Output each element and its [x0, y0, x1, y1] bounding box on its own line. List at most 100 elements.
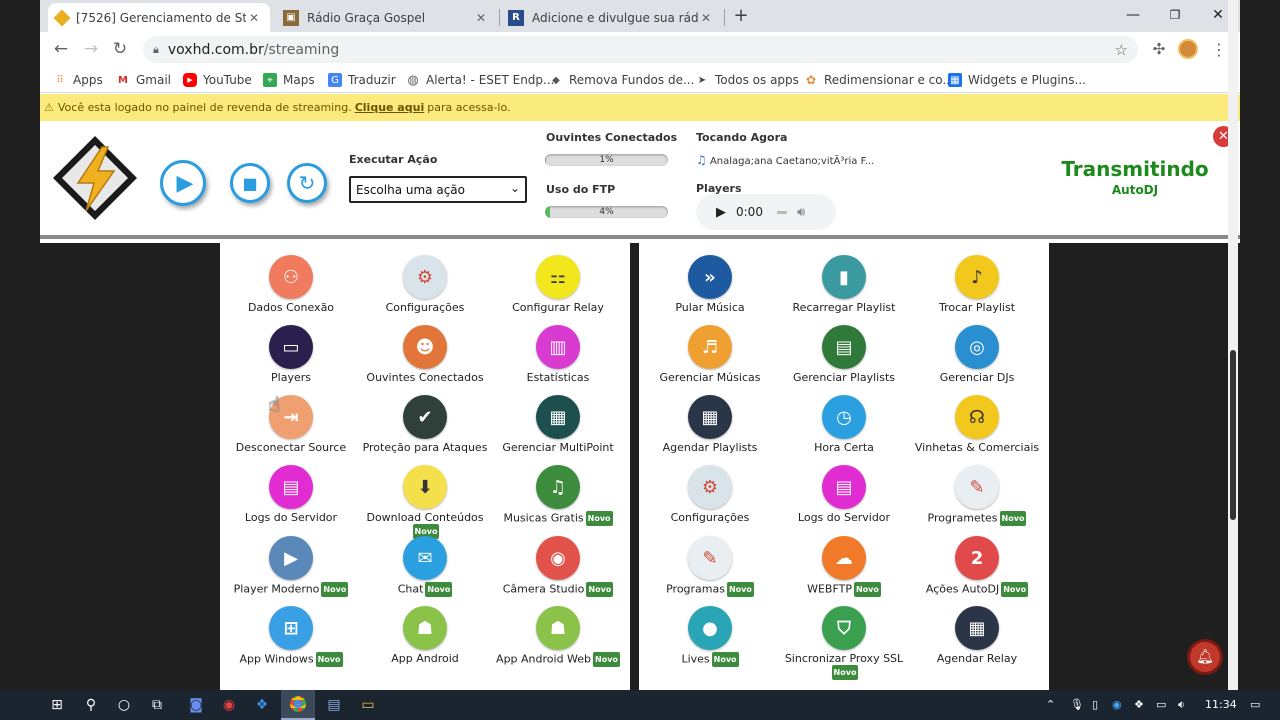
- tool-left-13[interactable]: ✉ Chat Novo: [358, 536, 492, 597]
- clock-time[interactable]: 11:34: [1205, 698, 1237, 711]
- player-progress[interactable]: [776, 210, 787, 214]
- back-icon[interactable]: ←: [48, 36, 74, 62]
- tool-left-16[interactable]: ☗ App Android: [358, 606, 492, 665]
- app-e-icon[interactable]: ◙: [179, 690, 213, 720]
- tray-dropbox-icon[interactable]: ❖: [1134, 698, 1144, 711]
- close-tab-icon[interactable]: ✕: [698, 11, 714, 25]
- bookmark-todos-apps[interactable]: ➤ Todos os apps: [695, 69, 799, 91]
- tool-label: Gerenciar Playlists: [793, 371, 895, 384]
- tray-notifications-icon[interactable]: ▭: [1250, 698, 1260, 711]
- tool-right-9[interactable]: ⚙ Configurações: [643, 465, 777, 524]
- scrollbar-thumb[interactable]: [1230, 350, 1236, 520]
- app-record-icon[interactable]: ◉: [212, 690, 246, 720]
- tool-left-5[interactable]: ▥ Estatísticas: [491, 325, 625, 384]
- tray-battery-icon[interactable]: ▯: [1092, 698, 1098, 711]
- bookmark-remova-fundos[interactable]: ◆ Remova Fundos de...: [549, 69, 694, 91]
- tab-adicione-radio[interactable]: R Adicione e divulgue sua rádio pa ✕: [500, 3, 722, 32]
- address-bar[interactable]: 🔒︎ voxhd.com.br/streaming ☆: [143, 36, 1138, 63]
- reload-icon[interactable]: ↻: [107, 36, 133, 62]
- tool-right-17[interactable]: ▦ Agendar Relay: [910, 606, 1044, 665]
- tool-left-9[interactable]: ▤ Logs do Servidor: [224, 465, 358, 524]
- tool-right-0[interactable]: » Pular Música: [643, 255, 777, 314]
- tool-right-12[interactable]: ✎ Programas Novo: [643, 536, 777, 597]
- player-play-icon[interactable]: ▶: [716, 205, 726, 220]
- tool-left-1[interactable]: ⚙ Configurações: [358, 255, 492, 314]
- tool-icon: ♬: [688, 325, 732, 369]
- tool-right-16[interactable]: ⛉ Sincronizar Proxy SSLNovo: [777, 606, 911, 680]
- tool-right-3[interactable]: ♬ Gerenciar Músicas: [643, 325, 777, 384]
- bookmark-traduzir[interactable]: G Traduzir: [328, 69, 396, 91]
- new-tab-button[interactable]: +: [723, 0, 759, 30]
- minimize-button[interactable]: —: [1110, 0, 1156, 30]
- tool-right-7[interactable]: ◷ Hora Certa: [777, 395, 911, 454]
- tool-right-10[interactable]: ▤ Logs do Servidor: [777, 465, 911, 524]
- tray-g-icon[interactable]: ◉: [1112, 698, 1122, 711]
- tool-right-2[interactable]: ♪ Trocar Playlist: [910, 255, 1044, 314]
- task-view-icon[interactable]: ⧉: [140, 690, 174, 720]
- tool-left-11[interactable]: ♫ Musicas Gratis Novo: [491, 465, 625, 526]
- bookmark-youtube[interactable]: ▶ YouTube: [183, 69, 252, 91]
- tool-left-17[interactable]: ☗ App Android Web Novo: [491, 606, 625, 667]
- bookmark-apps[interactable]: ⠿ Apps: [53, 69, 102, 91]
- tool-right-13[interactable]: ☁ WEBFTP Novo: [777, 536, 911, 597]
- tool-left-8[interactable]: ▦ Gerenciar MultiPoint: [491, 395, 625, 454]
- notice-link[interactable]: Clique aqui: [355, 101, 425, 114]
- tool-icon: ✎: [688, 536, 732, 580]
- warning-icon: ⚠: [44, 101, 54, 114]
- bookmark-eset[interactable]: ◍ Alerta! - ESET Endp...: [406, 69, 554, 91]
- tab-streaming[interactable]: [7526] Gerenciamento de Stream ✕: [48, 3, 270, 32]
- tool-left-4[interactable]: ☻ Ouvintes Conectados: [358, 325, 492, 384]
- tool-left-3[interactable]: ▭ Players: [224, 325, 358, 384]
- tray-mic-icon[interactable]: 🎙︎: [1070, 698, 1084, 711]
- tool-right-4[interactable]: ▤ Gerenciar Playlists: [777, 325, 911, 384]
- tray-network-icon[interactable]: ▭: [1156, 698, 1166, 711]
- tray-volume-icon[interactable]: 🔉︎: [1178, 698, 1185, 712]
- tool-right-1[interactable]: ▮ Recarregar Playlist: [777, 255, 911, 314]
- tool-left-15[interactable]: ⊞ App Windows Novo: [224, 606, 358, 667]
- dropbox-icon[interactable]: ❖: [245, 690, 279, 720]
- chrome-taskbar-icon[interactable]: [281, 690, 315, 720]
- search-icon[interactable]: ⚲: [74, 690, 108, 720]
- tool-left-2[interactable]: ⚏ Configurar Relay: [491, 255, 625, 314]
- tool-icon: ▦: [688, 395, 732, 439]
- action-select[interactable]: Escolha uma ação ⌄: [349, 176, 527, 203]
- bookmark-widgets[interactable]: ▦ Widgets e Plugins...: [948, 69, 1086, 91]
- close-tab-icon[interactable]: ✕: [473, 11, 489, 25]
- tab-radio-graca[interactable]: ▣ Rádio Graça Gospel ✕: [275, 3, 497, 32]
- bookmark-maps[interactable]: ⌖ Maps: [263, 69, 315, 91]
- maximize-button[interactable]: ❐: [1152, 0, 1198, 30]
- notepad-icon[interactable]: ▤: [317, 690, 351, 720]
- tool-left-6[interactable]: ⇥ Desconectar Source: [224, 395, 358, 454]
- tool-right-6[interactable]: ▦ Agendar Playlists: [643, 395, 777, 454]
- tool-right-8[interactable]: ☊ Vinhetas & Comerciais: [910, 395, 1044, 454]
- tool-left-12[interactable]: ▶ Player Moderno Novo: [224, 536, 358, 597]
- tool-right-14[interactable]: 2 Ações AutoDJ Novo: [910, 536, 1044, 597]
- tool-icon: ✔: [403, 395, 447, 439]
- stop-button[interactable]: ■: [230, 163, 270, 203]
- play-button[interactable]: ▶: [160, 160, 206, 206]
- tool-right-5[interactable]: ◎ Gerenciar DJs: [910, 325, 1044, 384]
- tray-chevron-icon[interactable]: ⌃: [1046, 698, 1055, 711]
- tool-left-7[interactable]: ✔ Proteção para Ataques: [358, 395, 492, 454]
- extensions-puzzle-icon[interactable]: ✣: [1146, 36, 1172, 62]
- tool-left-0[interactable]: ⚇ Dados Conexão: [224, 255, 358, 314]
- tool-left-10[interactable]: ⬇ Download ConteúdosNovo: [358, 465, 492, 539]
- file-explorer-icon[interactable]: ▭: [351, 690, 385, 720]
- profile-avatar[interactable]: [1175, 36, 1201, 62]
- cortana-icon[interactable]: ○: [107, 690, 141, 720]
- globe-icon: ◍: [407, 72, 419, 88]
- page-scrollbar[interactable]: [1228, 0, 1238, 690]
- restart-button[interactable]: ↻: [287, 163, 327, 203]
- windows-start-icon[interactable]: ⊞: [40, 690, 74, 720]
- bookmark-redimensionar[interactable]: ✿ Redimensionar e co...: [804, 69, 954, 91]
- notification-bell-icon[interactable]: 🔔︎: [1190, 642, 1220, 672]
- novo-badge: Novo: [726, 582, 754, 597]
- bookmark-gmail[interactable]: M Gmail: [116, 69, 171, 91]
- forward-icon[interactable]: →: [78, 36, 104, 62]
- bookmark-star-icon[interactable]: ☆: [1115, 41, 1128, 59]
- tool-right-11[interactable]: ✎ Programetes Novo: [910, 465, 1044, 526]
- volume-icon[interactable]: 🔊︎: [797, 205, 805, 220]
- tool-right-15[interactable]: ● Lives Novo: [643, 606, 777, 667]
- tool-left-14[interactable]: ◉ Câmera Studio Novo: [491, 536, 625, 597]
- close-tab-icon[interactable]: ✕: [246, 11, 262, 25]
